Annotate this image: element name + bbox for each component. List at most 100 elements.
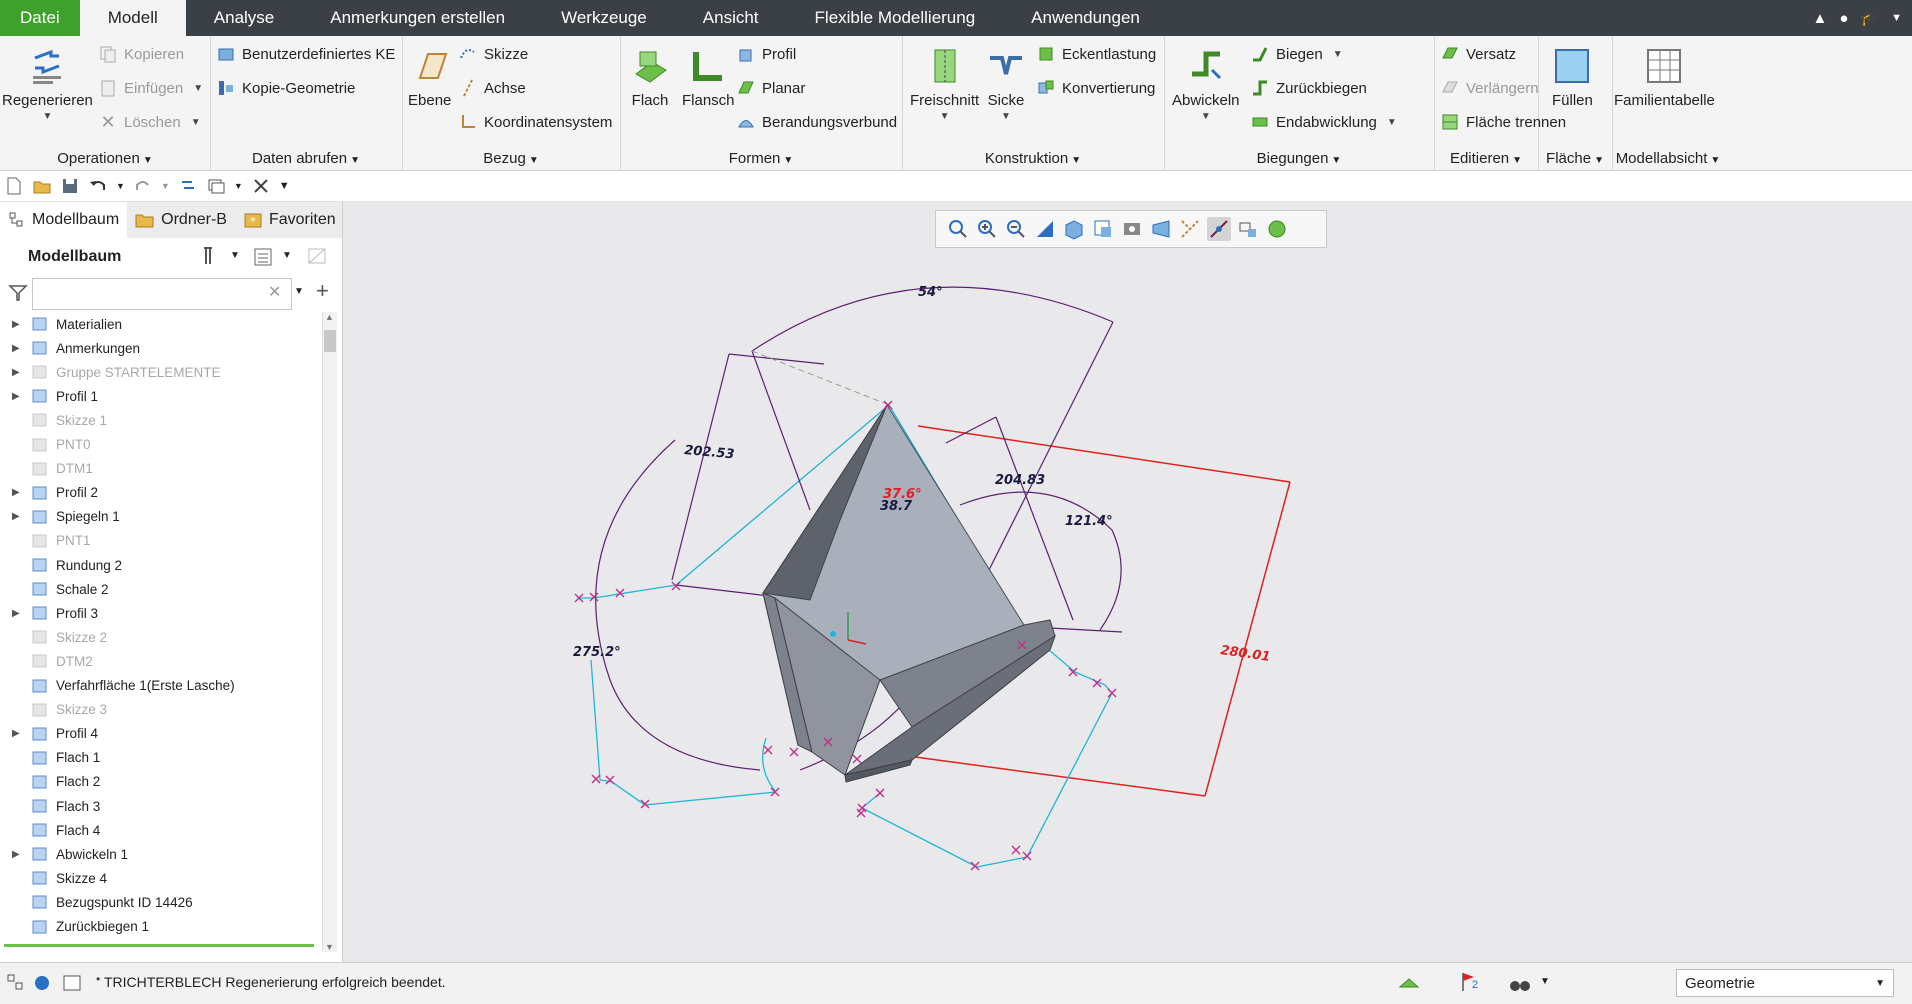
redo-icon[interactable] bbox=[133, 176, 153, 196]
freischnitt-button[interactable]: Freischnitt ▼ bbox=[910, 44, 979, 122]
add-icon[interactable]: + bbox=[316, 278, 329, 304]
chevron-down-icon[interactable]: ▼ bbox=[1891, 12, 1902, 24]
save-icon[interactable] bbox=[60, 176, 80, 196]
tree-item[interactable]: Flach 2 bbox=[0, 770, 100, 794]
regenerate-icon[interactable] bbox=[178, 176, 198, 196]
open-folder-icon[interactable] bbox=[32, 176, 52, 196]
expand-arrow-icon[interactable]: ▶ bbox=[12, 367, 26, 378]
tree-item[interactable]: Flach 1 bbox=[0, 746, 100, 770]
graphics-window[interactable]: 54° 202.53 204.83 121.4° 275.2° 38.7 37.… bbox=[343, 202, 1912, 962]
chevron-down-icon[interactable]: ▼ bbox=[294, 286, 304, 297]
expand-arrow-icon[interactable]: ▶ bbox=[12, 391, 26, 402]
column-settings-icon[interactable] bbox=[306, 246, 330, 268]
tree-item[interactable]: DTM1 bbox=[0, 457, 93, 481]
dim-angle-275[interactable]: 275.2° bbox=[573, 645, 621, 660]
sicke-button[interactable]: Sicke ▼ bbox=[986, 44, 1026, 122]
berandungsverbund-button[interactable]: Berandungsverbund bbox=[736, 110, 897, 134]
flach-button[interactable]: Flach bbox=[630, 44, 670, 109]
achse-button[interactable]: Achse bbox=[458, 76, 526, 100]
group-label-editieren[interactable]: Editieren ▼ bbox=[1434, 150, 1538, 167]
planar-button[interactable]: Planar bbox=[736, 76, 805, 100]
loeschen-button[interactable]: ✕ Löschen ▼ bbox=[98, 110, 200, 134]
tab-ansicht[interactable]: Ansicht bbox=[675, 0, 787, 36]
tab-werkzeuge[interactable]: Werkzeuge bbox=[533, 0, 675, 36]
fuellen-button[interactable]: Füllen bbox=[1552, 44, 1593, 109]
verlaengern-button[interactable]: Verlängern bbox=[1440, 76, 1539, 100]
browser-toggle-icon[interactable] bbox=[32, 973, 52, 993]
regenerieren-button[interactable]: Regenerieren ▼ bbox=[2, 44, 93, 122]
biegen-button[interactable]: Biegen ▼ bbox=[1250, 42, 1343, 66]
group-label-modellabsicht[interactable]: Modellabsicht ▼ bbox=[1612, 150, 1724, 167]
tree-item[interactable]: ▶ Profil 1 bbox=[0, 384, 98, 408]
tree-item[interactable]: ▶ Anmerkungen bbox=[0, 336, 140, 360]
scroll-down-icon[interactable]: ▼ bbox=[325, 942, 334, 952]
konvertierung-button[interactable]: Konvertierung bbox=[1036, 76, 1155, 100]
chevron-down-icon[interactable]: ▼ bbox=[282, 250, 292, 261]
tab-datei[interactable]: Datei bbox=[0, 0, 80, 36]
expand-arrow-icon[interactable]: ▶ bbox=[12, 608, 26, 619]
tree-item[interactable]: PNT1 bbox=[0, 529, 91, 553]
tree-item[interactable]: Skizze 1 bbox=[0, 408, 107, 432]
kopieren-button[interactable]: Kopieren bbox=[98, 42, 184, 66]
tree-item[interactable]: ▶ Gruppe STARTELEMENTE bbox=[0, 360, 221, 384]
kopie-geometrie-button[interactable]: Kopie-Geometrie bbox=[216, 76, 355, 100]
sheet-metal-part[interactable] bbox=[762, 404, 1056, 783]
tree-item[interactable]: Rundung 2 bbox=[0, 553, 122, 577]
expand-arrow-icon[interactable]: ▶ bbox=[12, 511, 26, 522]
group-label-bezug[interactable]: Bezug ▼ bbox=[402, 150, 620, 167]
new-file-icon[interactable] bbox=[4, 176, 24, 196]
abwickeln-button[interactable]: Abwickeln ▼ bbox=[1172, 44, 1240, 122]
regenerate-status-icon[interactable] bbox=[1398, 973, 1420, 993]
tree-item[interactable]: Schale 2 bbox=[0, 577, 109, 601]
tree-item[interactable]: Zurückbiegen 1 bbox=[0, 915, 149, 939]
tree-item[interactable]: ▶ Materialien bbox=[0, 312, 122, 336]
tree-item[interactable]: ▶ Profil 4 bbox=[0, 722, 98, 746]
tree-item[interactable]: ▶ Profil 2 bbox=[0, 481, 98, 505]
find-binoculars-icon[interactable] bbox=[1508, 972, 1532, 994]
scrollbar-thumb[interactable] bbox=[324, 330, 336, 352]
chevron-down-icon[interactable]: ▼ bbox=[161, 181, 170, 191]
tab-anmerkungen[interactable]: Anmerkungen erstellen bbox=[302, 0, 533, 36]
dim-202[interactable]: 202.53 bbox=[684, 443, 735, 462]
expand-arrow-icon[interactable]: ▶ bbox=[12, 343, 26, 354]
model-canvas[interactable]: 54° 202.53 204.83 121.4° 275.2° 38.7 37.… bbox=[343, 202, 1912, 962]
filter-icon[interactable] bbox=[8, 284, 28, 302]
windows-icon[interactable] bbox=[206, 176, 226, 196]
expand-arrow-icon[interactable]: ▶ bbox=[12, 849, 26, 860]
group-label-flaeche[interactable]: Fläche ▼ bbox=[1538, 150, 1612, 167]
tree-item[interactable]: ▶ Spiegeln 1 bbox=[0, 505, 120, 529]
chevron-down-icon[interactable]: ▼ bbox=[234, 181, 243, 191]
settings-tools-icon[interactable] bbox=[200, 244, 224, 268]
group-label-konstruktion[interactable]: Konstruktion ▼ bbox=[902, 150, 1164, 167]
clear-search-icon[interactable]: ✕ bbox=[268, 282, 281, 302]
tree-item[interactable]: ▶ Profil 3 bbox=[0, 601, 98, 625]
versatz-button[interactable]: Versatz bbox=[1440, 42, 1516, 66]
user-icon[interactable]: ● bbox=[1839, 10, 1848, 27]
expand-arrow-icon[interactable]: ▶ bbox=[12, 319, 26, 330]
chevron-down-icon[interactable]: ▼ bbox=[230, 250, 240, 261]
eckentlastung-button[interactable]: Eckentlastung bbox=[1036, 42, 1156, 66]
tree-item[interactable]: Bezugspunkt ID 14426 bbox=[0, 890, 193, 914]
group-label-operationen[interactable]: Operationen ▼ bbox=[0, 150, 210, 167]
tree-item[interactable]: DTM2 bbox=[0, 649, 93, 673]
tree-item[interactable]: Flach 4 bbox=[0, 818, 100, 842]
scroll-up-icon[interactable]: ▲ bbox=[325, 312, 334, 322]
expand-arrow-icon[interactable]: ▶ bbox=[12, 487, 26, 498]
endabwicklung-button[interactable]: Endabwicklung ▼ bbox=[1250, 110, 1397, 134]
tab-anwendungen[interactable]: Anwendungen bbox=[1003, 0, 1168, 36]
dim-angle-121[interactable]: 121.4° bbox=[1065, 514, 1113, 529]
dim-angle-top[interactable]: 54° bbox=[918, 285, 943, 300]
einfuegen-button[interactable]: Einfügen ▼ bbox=[98, 76, 203, 100]
dim-angle-37[interactable]: 37.6° bbox=[883, 487, 922, 502]
show-list-icon[interactable] bbox=[252, 246, 274, 268]
model-tree-search-input[interactable] bbox=[32, 278, 292, 310]
group-label-biegungen[interactable]: Biegungen ▼ bbox=[1164, 150, 1434, 167]
flansch-button[interactable]: Flansch bbox=[682, 44, 735, 109]
chevron-down-icon[interactable]: ▼ bbox=[1540, 976, 1550, 987]
tree-toggle-icon[interactable] bbox=[6, 973, 26, 993]
collapse-ribbon-icon[interactable]: ▲ bbox=[1813, 10, 1828, 27]
tab-flexible-modellierung[interactable]: Flexible Modellierung bbox=[787, 0, 1004, 36]
chevron-down-icon[interactable]: ▼ bbox=[116, 181, 125, 191]
tree-item[interactable]: Skizze 3 bbox=[0, 698, 107, 722]
undo-icon[interactable] bbox=[88, 176, 108, 196]
